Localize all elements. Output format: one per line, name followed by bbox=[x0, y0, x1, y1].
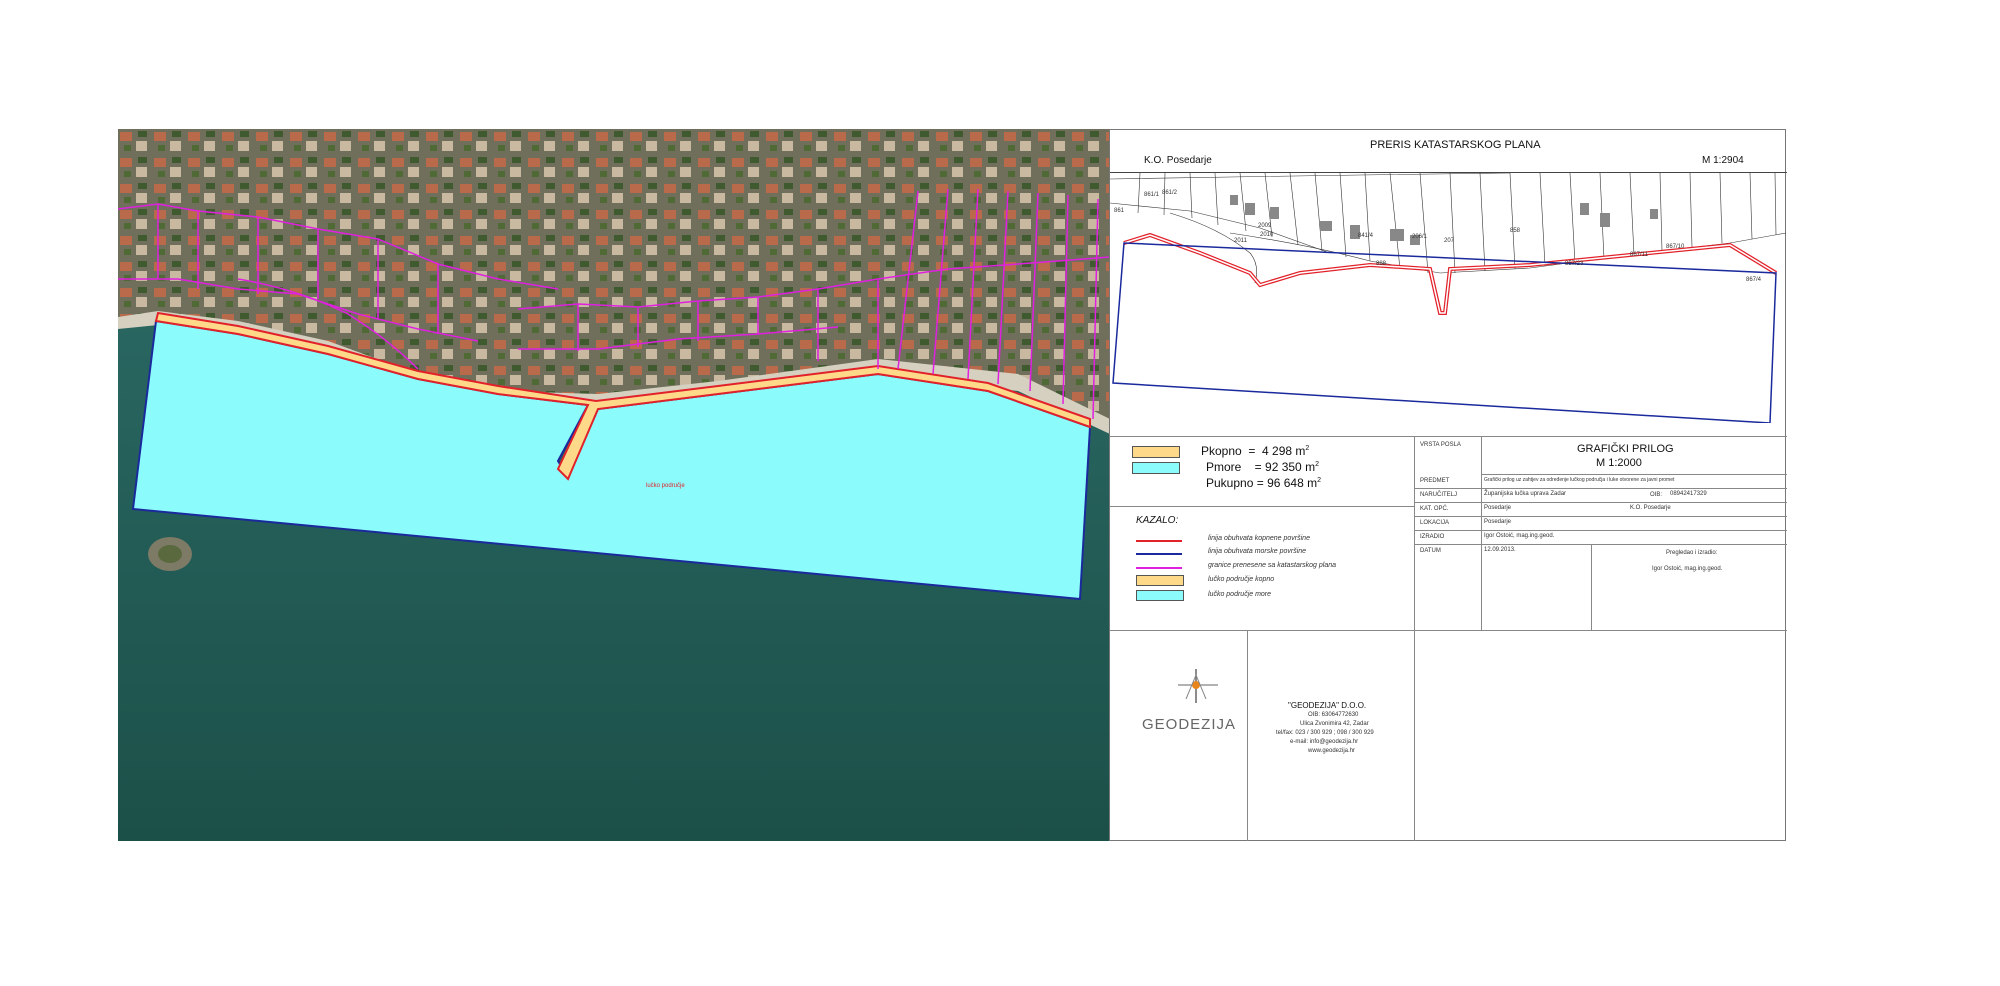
map-center-label: lučko područje bbox=[646, 483, 685, 489]
parcel-label: 861 bbox=[1114, 208, 1125, 214]
plan-scale: M 1:2904 bbox=[1702, 155, 1744, 166]
company-phone: tel/fax: 023 / 300 929 ; 098 / 300 929 bbox=[1276, 730, 1374, 736]
titleblock-left-border bbox=[1414, 436, 1415, 841]
parcel-lines bbox=[1110, 173, 1786, 284]
datum-value: 12.09.2013. bbox=[1484, 547, 1516, 553]
geodezija-logo-icon bbox=[1178, 669, 1218, 703]
label-predmet: PREDMET bbox=[1420, 478, 1450, 484]
tb-col bbox=[1591, 544, 1592, 630]
parcel-label: 857/23 bbox=[1565, 261, 1584, 267]
label-oib: OIB: bbox=[1650, 492, 1663, 498]
legend-sea-line bbox=[1136, 553, 1182, 555]
parcel-label: 867/4 bbox=[1746, 277, 1762, 283]
narucitelj-value: Županijska lučka uprava Zadar bbox=[1484, 491, 1567, 497]
plan-ko: K.O. Posedarje bbox=[1144, 155, 1212, 166]
parcel-label: 861/1 bbox=[1144, 192, 1160, 198]
parcel-label: 206/1 bbox=[1412, 234, 1428, 240]
parcel-label: 207 bbox=[1444, 238, 1455, 244]
izradio-value: Igor Ostoić, mag.ing.geod. bbox=[1484, 533, 1555, 539]
legend-divider bbox=[1110, 506, 1414, 507]
land-area-swatch bbox=[1132, 446, 1180, 458]
parcel-label: 2010 bbox=[1260, 232, 1274, 238]
company-oib: OIB: 63064772630 bbox=[1308, 712, 1359, 718]
titleblock-title: GRAFIČKI PRILOG bbox=[1577, 443, 1674, 455]
legend-label: granice prenesene sa katastarskog plana bbox=[1208, 562, 1337, 569]
tb-row bbox=[1414, 544, 1787, 545]
parcel-label: 858 bbox=[1510, 228, 1521, 234]
tb-row bbox=[1414, 516, 1787, 517]
parcel-label: 867/10 bbox=[1666, 244, 1685, 250]
legend-sea-fill bbox=[1136, 590, 1184, 601]
pregledao-value: Igor Ostoić, mag.ing.geod. bbox=[1652, 566, 1723, 572]
oib-value: 08942417329 bbox=[1670, 491, 1707, 497]
aerial-photo-map[interactable]: lučko područje bbox=[118, 129, 1110, 841]
legend-label: lučko područje more bbox=[1208, 591, 1272, 598]
legend-land-fill bbox=[1136, 575, 1184, 586]
tb-row bbox=[1481, 474, 1787, 475]
parcel-label: 867/11 bbox=[1630, 252, 1648, 258]
legend-label: linija obuhvata morske površine bbox=[1208, 548, 1307, 555]
parcel-label: 841/4 bbox=[1358, 233, 1374, 239]
parcel-label: 2011 bbox=[1234, 238, 1247, 244]
label-lokacija: LOKACIJA bbox=[1420, 520, 1450, 526]
company-web: www.geodezija.hr bbox=[1308, 748, 1356, 754]
ko-value: K.O. Posedarje bbox=[1630, 505, 1671, 511]
area-total: Pukupno = 96 648 m2 bbox=[1206, 476, 1322, 490]
sea-area-swatch bbox=[1132, 462, 1180, 474]
legend-land-line bbox=[1136, 540, 1182, 542]
plan-title: PRERIS KATASTARSKOG PLANA bbox=[1370, 139, 1541, 151]
sea-boundary bbox=[1112, 242, 1777, 423]
company-name: "GEODEZIJA" D.O.O. bbox=[1288, 701, 1367, 710]
legend-label: linija obuhvata kopnene površine bbox=[1208, 535, 1310, 542]
titleblock-scale: M 1:2000 bbox=[1596, 457, 1642, 469]
kazalo-title: KAZALO: bbox=[1136, 515, 1179, 526]
parcel-label: 2009 bbox=[1258, 223, 1272, 229]
company-address: Ulica Zvonimira 42, Zadar bbox=[1300, 721, 1369, 727]
company-email: e-mail: info@geodezija.hr bbox=[1290, 739, 1359, 745]
aerial-map-canvas bbox=[118, 129, 1110, 841]
cadastral-plan-drawing bbox=[1110, 173, 1786, 423]
tb-row bbox=[1414, 488, 1787, 489]
pregledao-label: Pregledao i izradio: bbox=[1666, 550, 1718, 556]
parcel-label: 888 bbox=[1376, 261, 1387, 267]
titleblock-label-column bbox=[1481, 436, 1482, 630]
legend-cadastral-line bbox=[1136, 567, 1182, 569]
kat-opc-value: Posedarje bbox=[1484, 505, 1512, 511]
tb-row bbox=[1414, 530, 1787, 531]
logo-text: GEODEZIJA bbox=[1142, 716, 1237, 733]
label-vrsta-posla: VRSTA POSLA bbox=[1420, 442, 1461, 448]
label-narucitelj: NARUČITELJ bbox=[1420, 492, 1458, 498]
company-col bbox=[1247, 630, 1248, 841]
label-izradio: IZRADIO bbox=[1420, 534, 1445, 540]
plan-divider bbox=[1110, 436, 1787, 437]
label-kat-opc: KAT. OPĆ. bbox=[1420, 506, 1449, 512]
lokacija-value: Posedarje bbox=[1484, 519, 1512, 525]
company-divider bbox=[1110, 630, 1787, 631]
label-datum: DATUM bbox=[1420, 548, 1441, 554]
parcel-label: 861/2 bbox=[1162, 190, 1178, 196]
predmet-value: Grafički prilog uz zahtjev za određenje … bbox=[1484, 477, 1675, 483]
area-sea: Pmore = 92 350 m2 bbox=[1206, 460, 1319, 474]
area-land: Pkopno = 4 298 m2 bbox=[1201, 444, 1310, 458]
tb-row bbox=[1414, 502, 1787, 503]
cadastral-sheet: PRERIS KATASTARSKOG PLANA K.O. Posedarje… bbox=[1109, 129, 1787, 841]
legend-label: lučko područje kopno bbox=[1208, 576, 1275, 583]
